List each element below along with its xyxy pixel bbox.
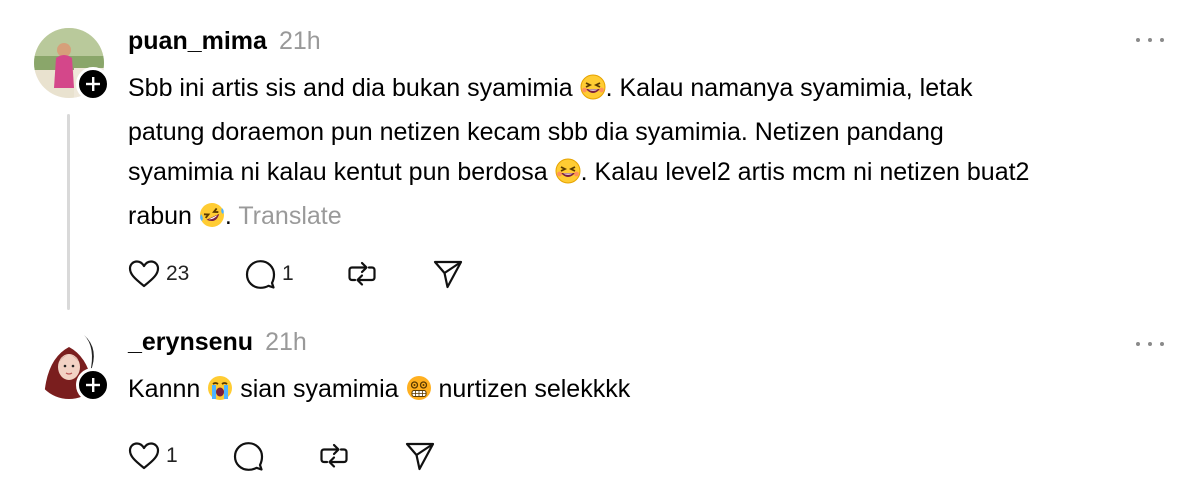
like-button[interactable]: 23 <box>128 259 244 289</box>
more-icon[interactable] <box>1130 332 1170 356</box>
post-header: _erynsenu 21h <box>128 328 307 357</box>
post-2: _erynsenu 21h Kannn sian syamimia nurtiz… <box>0 320 1200 496</box>
loudly-crying-emoji-icon <box>207 373 233 413</box>
plus-icon <box>86 378 100 392</box>
post-1: puan_mima 21h Sbb ini artis sis and dia … <box>0 0 1200 320</box>
follow-button[interactable] <box>76 67 110 101</box>
post-actions: 23 1 <box>128 259 464 289</box>
plus-icon <box>86 77 100 91</box>
text-line: Sbb ini artis sis and dia bukan syamimia… <box>128 68 1178 112</box>
like-count: 23 <box>166 262 190 285</box>
like-count: 1 <box>166 444 178 467</box>
follow-button[interactable] <box>76 368 110 402</box>
repost-icon <box>318 441 350 471</box>
heart-icon <box>128 259 160 289</box>
timestamp: 21h <box>278 27 321 55</box>
share-button[interactable] <box>432 259 464 289</box>
post-text: Kannn sian syamimia nurtizen selekkkk <box>128 369 1178 413</box>
send-icon <box>432 259 464 289</box>
comment-icon <box>244 259 276 289</box>
username[interactable]: _erynsenu <box>128 328 253 357</box>
rofl-emoji-icon <box>199 200 225 240</box>
reply-button[interactable]: 1 <box>244 259 346 289</box>
text-line: patung doraemon pun netizen kecam sbb di… <box>128 118 944 146</box>
repost-icon <box>346 259 378 289</box>
send-icon <box>404 441 436 471</box>
text-line: rabun . Translate <box>128 196 1178 240</box>
text-line: syamimia ni kalau kentut pun berdosa . K… <box>128 152 1178 196</box>
post-header: puan_mima 21h <box>128 27 321 56</box>
heart-icon <box>128 441 160 471</box>
like-button[interactable]: 1 <box>128 441 232 471</box>
grimace-dizzy-emoji-icon <box>406 373 432 413</box>
repost-button[interactable] <box>346 259 432 289</box>
post-actions: 1 <box>128 441 436 471</box>
username[interactable]: puan_mima <box>128 27 267 56</box>
comment-icon <box>232 441 264 471</box>
reply-count: 1 <box>282 262 294 285</box>
grin-squint-emoji-icon <box>555 156 581 196</box>
grin-squint-emoji-icon <box>580 72 606 112</box>
reply-button[interactable] <box>232 441 318 471</box>
translate-link[interactable]: Translate <box>238 202 341 230</box>
thread-line <box>67 114 70 310</box>
repost-button[interactable] <box>318 441 404 471</box>
timestamp: 21h <box>265 328 307 356</box>
more-icon[interactable] <box>1130 28 1170 52</box>
share-button[interactable] <box>404 441 436 471</box>
post-text: Sbb ini artis sis and dia bukan syamimia… <box>128 68 1178 240</box>
